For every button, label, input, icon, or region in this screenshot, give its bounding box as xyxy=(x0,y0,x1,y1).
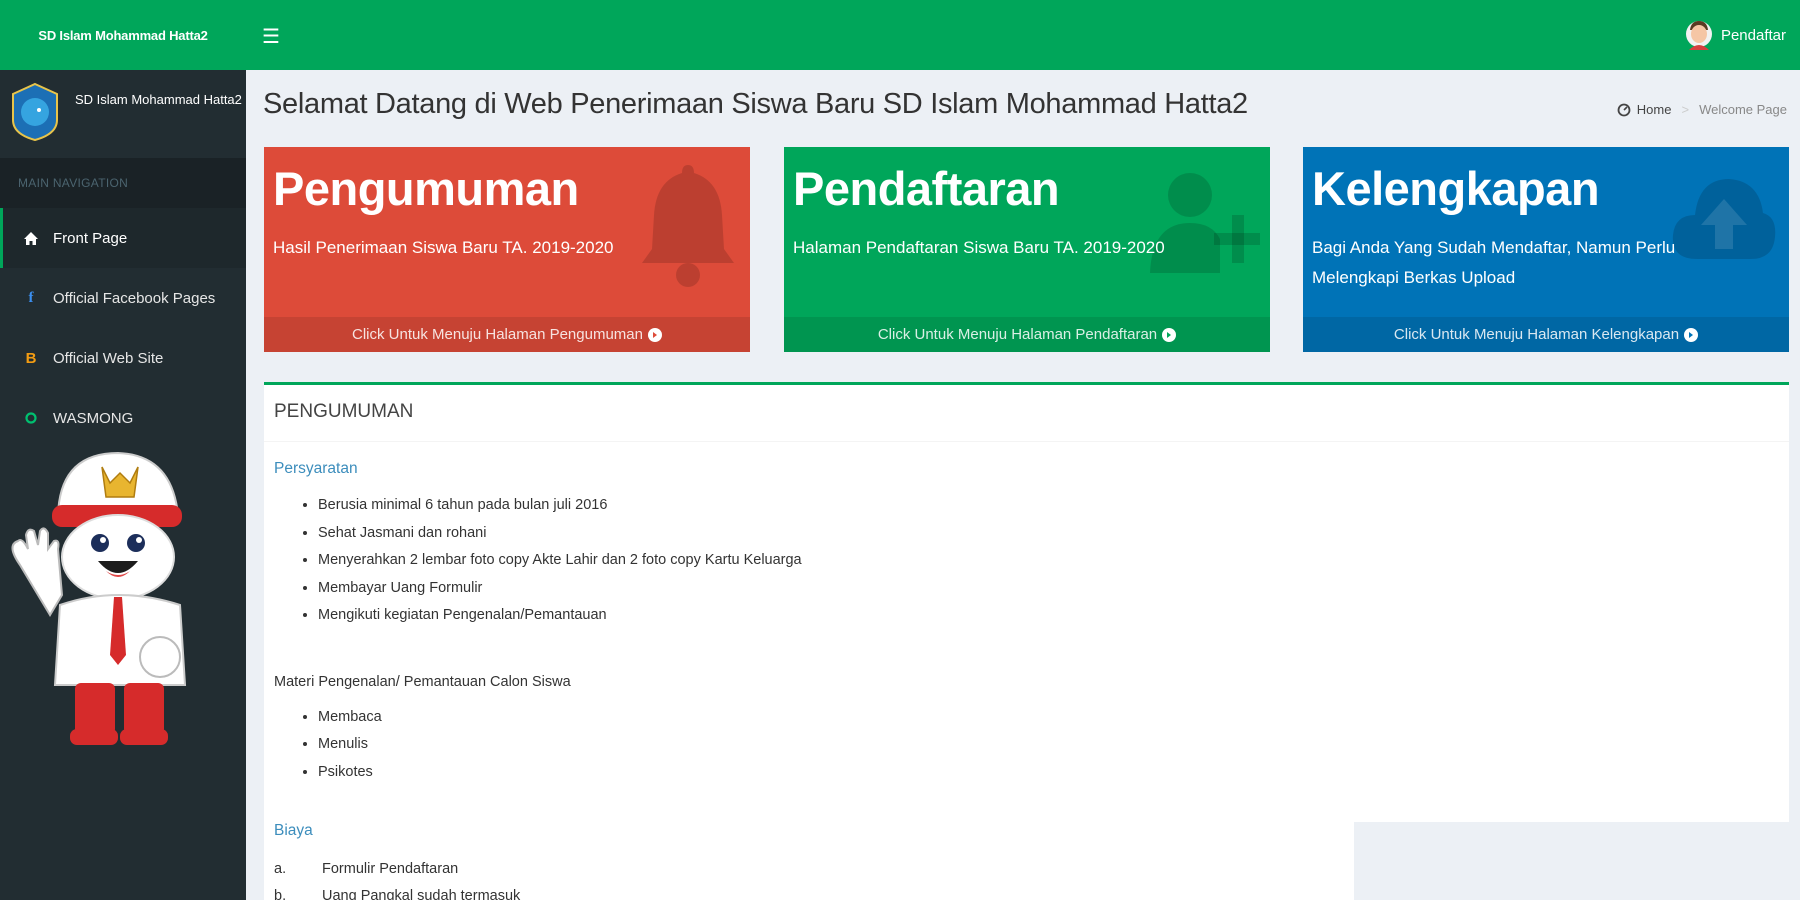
app-logo[interactable]: SD Islam Mohammad Hatta2 xyxy=(0,0,246,70)
list-item: Psikotes xyxy=(318,759,1774,787)
bell-icon xyxy=(642,165,734,287)
sidebar-item-label: Front Page xyxy=(53,229,128,247)
breadcrumb-current: Welcome Page xyxy=(1699,102,1787,117)
box-title: Kelengkapan xyxy=(1312,162,1600,215)
list-marker: a. xyxy=(274,861,287,877)
box-title: Pendaftaran xyxy=(793,162,1060,215)
sidebar-item-front-page[interactable]: Front Page xyxy=(0,208,246,268)
list-item: Mengikuti kegiatan Pengenalan/Pemantauan xyxy=(318,602,1774,630)
material-title: Materi Pengenalan/ Pemantauan Calon Sisw… xyxy=(274,673,571,690)
breadcrumb-home-label: Home xyxy=(1636,102,1672,117)
list-marker: b. xyxy=(274,888,287,900)
dashboard-icon xyxy=(1617,103,1631,116)
pendaftaran-box[interactable]: Pendaftaran Halaman Pendaftaran Siswa Ba… xyxy=(784,147,1270,352)
cost-title: Biaya xyxy=(274,822,313,839)
panel-divider xyxy=(264,441,1789,442)
user-panel: SD Islam Mohammad Hatta2 xyxy=(0,70,246,158)
avatar xyxy=(1685,21,1712,50)
user-menu-label: Pendaftar xyxy=(1720,26,1786,44)
list-item: Menyerahkan 2 lembar foto copy Akte Lahi… xyxy=(318,547,1774,575)
list-item: Menulis xyxy=(318,731,1774,759)
box-footer-label: Click Untuk Menuju Halaman Pengumuman xyxy=(352,326,643,343)
box-title: Pengumuman xyxy=(273,162,579,215)
school-logo-icon xyxy=(12,82,58,142)
box-text: Halaman Pendaftaran Siswa Baru TA. 2019-… xyxy=(793,238,1165,257)
list-text: Uang Pangkal sudah termasuk xyxy=(322,888,521,900)
arrow-circle-right-icon xyxy=(1162,327,1177,342)
requirements-list: Berusia minimal 6 tahun pada bulan juli … xyxy=(318,492,1774,630)
cost-section: Biaya a. Formulir Pendaftaran b. Uang Pa… xyxy=(264,822,1354,900)
breadcrumb-home[interactable]: Home xyxy=(1617,102,1672,117)
announcement-panel: PENGUMUMAN Persyaratan Berusia minimal 6… xyxy=(264,382,1789,822)
list-text: Formulir Pendaftaran xyxy=(322,861,459,877)
sidebar: SD Islam Mohammad Hatta2 SD Islam Mohamm… xyxy=(0,0,246,900)
hamburger-icon[interactable]: ☰ xyxy=(262,24,280,49)
list-item: Berusia minimal 6 tahun pada bulan juli … xyxy=(318,492,1774,520)
sidebar-item-wasmong[interactable]: WASMONG xyxy=(0,388,246,448)
circle-icon xyxy=(21,412,41,424)
sidebar-item-facebook[interactable]: f Official Facebook Pages xyxy=(0,268,246,328)
box-text: Hasil Penerimaan Siswa Baru TA. 2019-202… xyxy=(273,238,614,257)
mascot-image xyxy=(11,451,187,745)
requirements-title: Persyaratan xyxy=(274,460,358,477)
kelengkapan-link[interactable]: Click Untuk Menuju Halaman Kelengkapan xyxy=(1303,317,1789,352)
materials-list: Membaca Menulis Psikotes xyxy=(318,704,1774,787)
pendaftaran-link[interactable]: Click Untuk Menuju Halaman Pendaftaran xyxy=(784,317,1270,352)
sidebar-item-website[interactable]: B Official Web Site xyxy=(0,328,246,388)
arrow-circle-right-icon xyxy=(647,327,662,342)
box-text: Bagi Anda Yang Sudah Mendaftar, Namun Pe… xyxy=(1312,238,1676,287)
breadcrumb-separator: > xyxy=(1681,102,1690,117)
kelengkapan-box[interactable]: Kelengkapan Bagi Anda Yang Sudah Mendaft… xyxy=(1303,147,1789,352)
box-footer-label: Click Untuk Menuju Halaman Pendaftaran xyxy=(877,326,1158,343)
school-name: SD Islam Mohammad Hatta2 xyxy=(75,92,242,107)
list-item: Sehat Jasmani dan rohani xyxy=(318,520,1774,548)
blogger-icon: B xyxy=(25,349,37,367)
facebook-icon: f xyxy=(28,289,34,306)
top-header: ☰ Pendaftar xyxy=(246,0,1800,70)
user-plus-icon xyxy=(1150,173,1260,273)
announcement-body: Persyaratan Berusia minimal 6 tahun pada… xyxy=(274,460,1774,786)
pengumuman-link[interactable]: Click Untuk Menuju Halaman Pengumuman xyxy=(264,317,750,352)
box-footer-label: Click Untuk Menuju Halaman Kelengkapan xyxy=(1393,326,1680,343)
sidebar-item-label: Official Facebook Pages xyxy=(53,289,216,307)
list-item: Membaca xyxy=(318,704,1774,732)
breadcrumb: Home > Welcome Page xyxy=(1617,102,1787,117)
announcement-heading: PENGUMUMAN xyxy=(274,401,414,422)
page-title: Selamat Datang di Web Penerimaan Siswa B… xyxy=(263,88,1248,120)
arrow-circle-right-icon xyxy=(1684,327,1699,342)
user-menu[interactable]: Pendaftar xyxy=(1685,18,1786,52)
home-icon xyxy=(21,231,41,246)
pengumuman-box[interactable]: Pengumuman Hasil Penerimaan Siswa Baru T… xyxy=(264,147,750,352)
cost-list: a. Formulir Pendaftaran b. Uang Pangkal … xyxy=(274,856,520,900)
sidebar-item-label: WASMONG xyxy=(53,409,134,427)
list-item: Membayar Uang Formulir xyxy=(318,575,1774,603)
nav-header: MAIN NAVIGATION xyxy=(0,158,246,208)
sidebar-item-label: Official Web Site xyxy=(53,349,164,367)
list-item: b. Uang Pangkal sudah termasuk xyxy=(274,883,520,900)
list-item: a. Formulir Pendaftaran xyxy=(274,856,520,883)
